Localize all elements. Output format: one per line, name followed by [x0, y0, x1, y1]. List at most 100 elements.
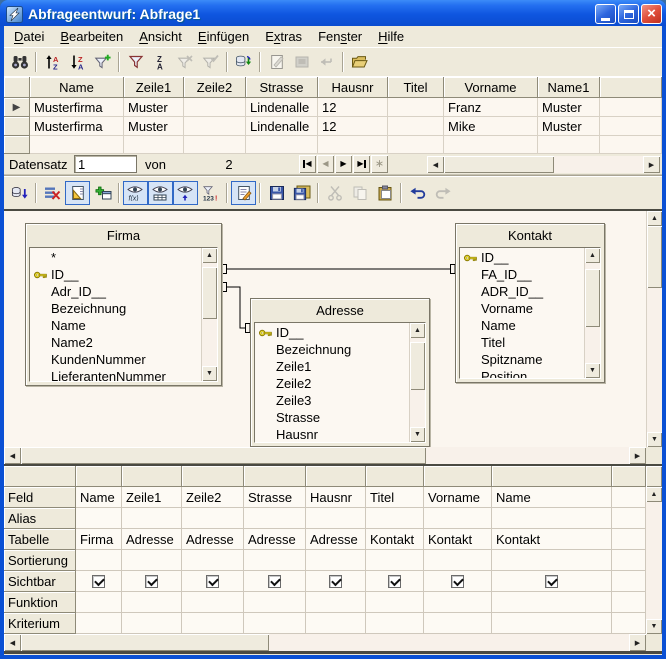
qbe-cell[interactable]: [424, 508, 492, 529]
previous-record-button[interactable]: ◀: [317, 155, 334, 173]
run-query-button[interactable]: [7, 181, 32, 205]
qbe-cell[interactable]: Titel: [366, 487, 424, 508]
scroll-thumb[interactable]: [21, 447, 426, 464]
qbe-vscrollbar[interactable]: ▲ ▼: [646, 466, 662, 634]
cell[interactable]: Muster: [538, 117, 600, 136]
save-record-button[interactable]: [289, 50, 314, 74]
scroll-track[interactable]: [554, 156, 643, 173]
qbe-column-header[interactable]: [306, 466, 366, 487]
record-number-input[interactable]: [74, 155, 137, 173]
scroll-up-icon[interactable]: ▲: [647, 211, 662, 226]
qbe-cell[interactable]: [612, 508, 646, 529]
scroll-up-icon[interactable]: ▲: [585, 248, 600, 263]
design-vscrollbar[interactable]: ▲ ▼: [646, 211, 662, 447]
clear-query-button[interactable]: [40, 181, 65, 205]
qbe-cell[interactable]: [492, 613, 612, 634]
column-header-hausnr[interactable]: Hausnr: [318, 77, 388, 98]
field-item[interactable]: Adr_ID__: [30, 283, 201, 300]
cell[interactable]: Muster: [124, 98, 184, 117]
qbe-column-header[interactable]: [424, 466, 492, 487]
qbe-column-header[interactable]: [492, 466, 612, 487]
cell[interactable]: Franz: [444, 98, 538, 117]
scroll-thumb[interactable]: [647, 226, 662, 288]
datasheet-hscrollbar[interactable]: ◀ ▶: [427, 156, 660, 173]
scroll-thumb[interactable]: [410, 342, 425, 390]
scroll-thumb[interactable]: [21, 634, 269, 651]
scroll-left-icon[interactable]: ◀: [427, 156, 444, 173]
field-item[interactable]: Name: [30, 317, 201, 334]
qbe-cell[interactable]: [182, 508, 244, 529]
cell[interactable]: Lindenalle: [246, 98, 318, 117]
scroll-thumb[interactable]: [585, 269, 600, 327]
qbe-cell[interactable]: Kontakt: [366, 529, 424, 550]
cell[interactable]: [538, 136, 600, 154]
qbe-cell[interactable]: Kontakt: [424, 529, 492, 550]
qbe-cell[interactable]: [306, 508, 366, 529]
qbe-cell[interactable]: [122, 508, 182, 529]
design-view-button[interactable]: [65, 181, 90, 205]
cell[interactable]: [184, 136, 246, 154]
qbe-cell[interactable]: Strasse: [244, 487, 306, 508]
qbe-cell[interactable]: [244, 508, 306, 529]
remove-filter-button[interactable]: [173, 50, 198, 74]
field-item[interactable]: Name: [460, 317, 584, 334]
cell[interactable]: Lindenalle: [246, 117, 318, 136]
qbe-cell[interactable]: Adresse: [306, 529, 366, 550]
field-list-vscrollbar[interactable]: ▲ ▼: [201, 248, 217, 381]
autofilter-button[interactable]: [90, 50, 115, 74]
qbe-column-header[interactable]: [182, 466, 244, 487]
cell[interactable]: [246, 136, 318, 154]
qbe-cell[interactable]: [612, 592, 646, 613]
sichtbar-checkbox[interactable]: [206, 575, 219, 588]
column-header-zeile1[interactable]: Zeile1: [124, 77, 184, 98]
maximize-button[interactable]: [618, 4, 639, 24]
cell[interactable]: [184, 98, 246, 117]
field-item[interactable]: Vorname: [460, 300, 584, 317]
table-names-button[interactable]: [148, 181, 173, 205]
menu-fenster[interactable]: Fenster: [310, 27, 370, 46]
column-header-name1[interactable]: Name1: [538, 77, 600, 98]
qbe-cell[interactable]: [612, 613, 646, 634]
save-as-button[interactable]: [289, 181, 314, 205]
scroll-up-icon[interactable]: ▲: [646, 487, 662, 502]
qbe-cell[interactable]: Zeile2: [182, 487, 244, 508]
field-list-vscrollbar[interactable]: ▲ ▼: [584, 248, 600, 378]
qbe-cell[interactable]: [424, 550, 492, 571]
field-item[interactable]: Name2: [30, 334, 201, 351]
menu-ansicht[interactable]: Ansicht: [131, 27, 190, 46]
sort-button[interactable]: ZA: [148, 50, 173, 74]
cell[interactable]: [30, 136, 124, 154]
scroll-track[interactable]: [269, 634, 629, 651]
sichtbar-checkbox[interactable]: [329, 575, 342, 588]
qbe-cell[interactable]: Firma: [76, 529, 122, 550]
qbe-cell[interactable]: [306, 592, 366, 613]
field-item[interactable]: LieferantenNummer: [30, 368, 201, 381]
menu-einfuegen[interactable]: Einfügen: [190, 27, 257, 46]
scroll-thumb[interactable]: [444, 156, 554, 173]
find-record-button[interactable]: [7, 50, 32, 74]
qbe-cell[interactable]: [492, 550, 612, 571]
limit-button[interactable]: 123!: [198, 181, 223, 205]
scroll-right-icon[interactable]: ▶: [643, 156, 660, 173]
qbe-cell[interactable]: Adresse: [182, 529, 244, 550]
qbe-cell[interactable]: Name: [76, 487, 122, 508]
field-item[interactable]: KundenNummer: [30, 351, 201, 368]
column-header-titel[interactable]: Titel: [388, 77, 444, 98]
cell[interactable]: [124, 136, 184, 154]
minimize-button[interactable]: [595, 4, 616, 24]
qbe-column-header[interactable]: [76, 466, 122, 487]
cell[interactable]: 12: [318, 98, 388, 117]
sichtbar-checkbox[interactable]: [268, 575, 281, 588]
qbe-cell[interactable]: [244, 550, 306, 571]
cell[interactable]: [388, 136, 444, 154]
scroll-down-icon[interactable]: ▼: [646, 619, 662, 634]
field-item[interactable]: ID__: [460, 249, 584, 266]
redo-button[interactable]: [430, 181, 455, 205]
edit-button[interactable]: [231, 181, 256, 205]
cell[interactable]: [388, 98, 444, 117]
menu-bearbeiten[interactable]: Bearbeiten: [52, 27, 131, 46]
qbe-column-header[interactable]: [366, 466, 424, 487]
field-item[interactable]: Position: [460, 368, 584, 378]
cell[interactable]: [444, 136, 538, 154]
cell[interactable]: Muster: [124, 117, 184, 136]
